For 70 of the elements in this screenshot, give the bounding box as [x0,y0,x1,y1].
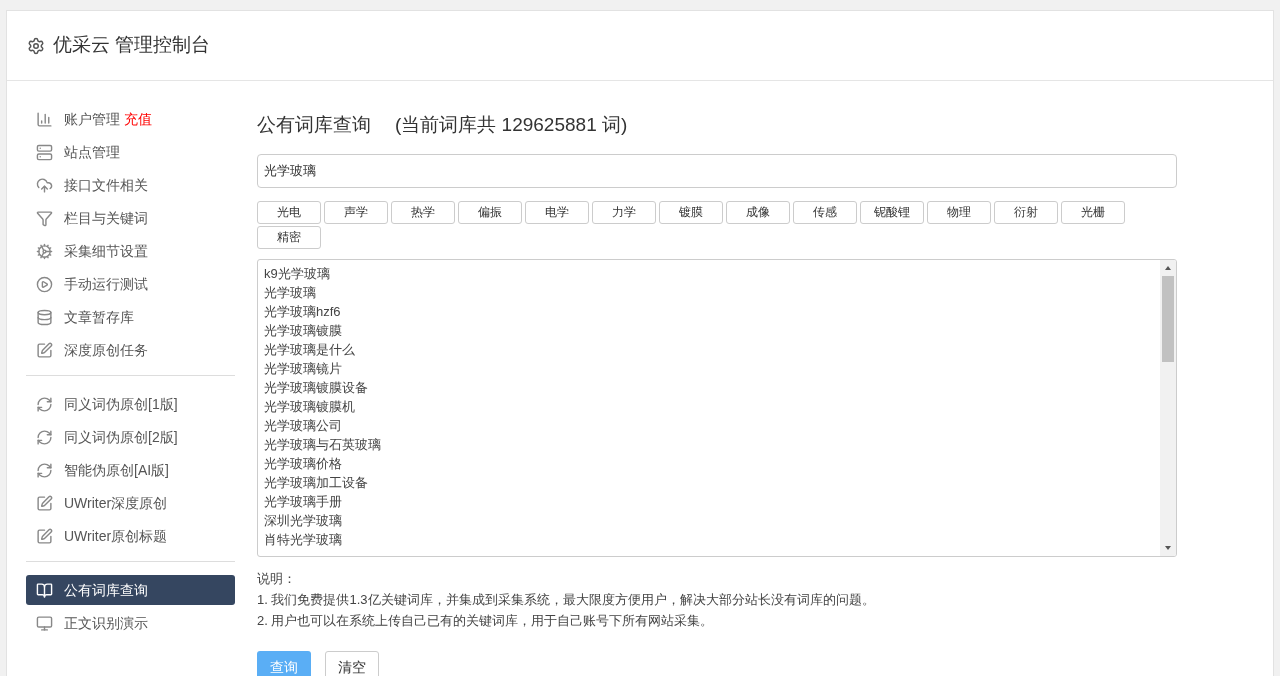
result-item[interactable]: 光学玻璃与石英玻璃 [264,434,1160,454]
refresh-icon [36,461,53,479]
refresh-icon [36,428,53,446]
sidebar-item[interactable]: 文章暂存库 [26,302,235,332]
result-item[interactable]: 光学玻璃价格 [264,453,1160,473]
clear-button[interactable]: 清空 [325,650,379,676]
tag-button[interactable]: 物理 [927,200,991,224]
result-item[interactable]: 光学玻璃镜片 [264,358,1160,378]
scrollbar[interactable] [1160,259,1176,556]
result-item[interactable]: 深圳光学玻璃 [264,510,1160,530]
tag-button[interactable]: 热学 [391,200,455,224]
filter-icon [36,209,53,227]
tag-button[interactable]: 力学 [592,200,656,224]
recharge-link[interactable]: 充值 [124,108,152,130]
word-count: (当前词库共 129625881 词) [395,113,628,137]
result-item[interactable]: 光学玻璃镀膜机 [264,396,1160,416]
page-title: 公有词库查询 [257,113,371,137]
sidebar-item[interactable]: 智能伪原创[AI版] [26,455,235,485]
server-icon [36,143,53,161]
sidebar-item[interactable]: 站点管理 [26,137,235,167]
database-icon [36,308,53,326]
result-item[interactable]: 光学玻璃加工设备 [264,472,1160,492]
result-item[interactable]: 光学玻璃手册 [264,491,1160,511]
tag-button[interactable]: 光电 [257,200,321,224]
notes-title: 说明： [257,569,297,588]
sidebar-item[interactable]: 接口文件相关 [26,170,235,200]
note-text: 1. 我们免费提供1.3亿关键词库，并集成到采集系统，最大限度方便用户，解决大部分站长没有词库的问题。 [257,590,876,609]
tag-button[interactable]: 声学 [324,200,388,224]
sidebar-item[interactable]: 同义词伪原创[1版] [26,389,235,419]
sidebar-item[interactable]: 公有词库查询 [26,575,235,605]
edit-icon [36,341,53,359]
tag-button[interactable]: 镀膜 [659,200,723,224]
note-text: 2. 用户也可以在系统上传自己已有的关键词库，用于自己账号下所有网站采集。 [257,611,715,630]
sidebar-item[interactable]: 正文识别演示 [26,608,235,638]
result-item[interactable]: 光学玻璃镀膜设备 [264,377,1160,397]
search-field[interactable]: 光学玻璃 [257,153,1177,188]
result-item[interactable]: 肖特光学玻璃 [264,529,1160,549]
result-item[interactable]: 光学玻璃hzf6 [264,301,1160,321]
sidebar-item[interactable]: 采集细节设置 [26,236,235,266]
tag-button[interactable]: 铌酸锂 [860,200,924,224]
gears-icon [36,242,53,260]
tag-button[interactable]: 电学 [525,200,589,224]
cloud-upload-icon [36,176,53,194]
result-item[interactable]: 光学玻璃是什么 [264,339,1160,359]
bar-chart-icon [36,110,53,128]
tag-button[interactable]: 衍射 [994,200,1058,224]
edit-icon [36,494,53,512]
sidebar-item[interactable]: 深度原创任务 [26,335,235,365]
sidebar-item[interactable]: 账户管理 充值 [26,104,235,134]
tag-button[interactable]: 光栅 [1061,200,1125,224]
result-item[interactable]: 光学玻璃公司 [264,415,1160,435]
edit-icon [36,527,53,545]
settings-icon [27,36,45,55]
refresh-icon [36,395,53,413]
tag-button[interactable]: 偏振 [458,200,522,224]
app-title: 优采云 管理控制台 [53,33,211,58]
tag-button[interactable]: 成像 [726,200,790,224]
result-item[interactable]: 光学玻璃 [264,282,1160,302]
result-item[interactable]: k9光学玻璃 [264,263,1160,283]
sidebar-item[interactable]: 同义词伪原创[2版] [26,422,235,452]
book-icon [36,581,53,599]
sidebar-item[interactable]: 手动运行测试 [26,269,235,299]
monitor-icon [36,614,53,632]
tag-button[interactable]: 传感 [793,200,857,224]
sidebar-item[interactable]: 栏目与关键词 [26,203,235,233]
sidebar-item[interactable]: UWriter深度原创 [26,488,235,518]
tag-button[interactable]: 精密 [257,225,321,249]
sidebar-item[interactable]: UWriter原创标题 [26,521,235,551]
play-icon [36,275,53,293]
result-item[interactable]: 光学玻璃镀膜 [264,320,1160,340]
